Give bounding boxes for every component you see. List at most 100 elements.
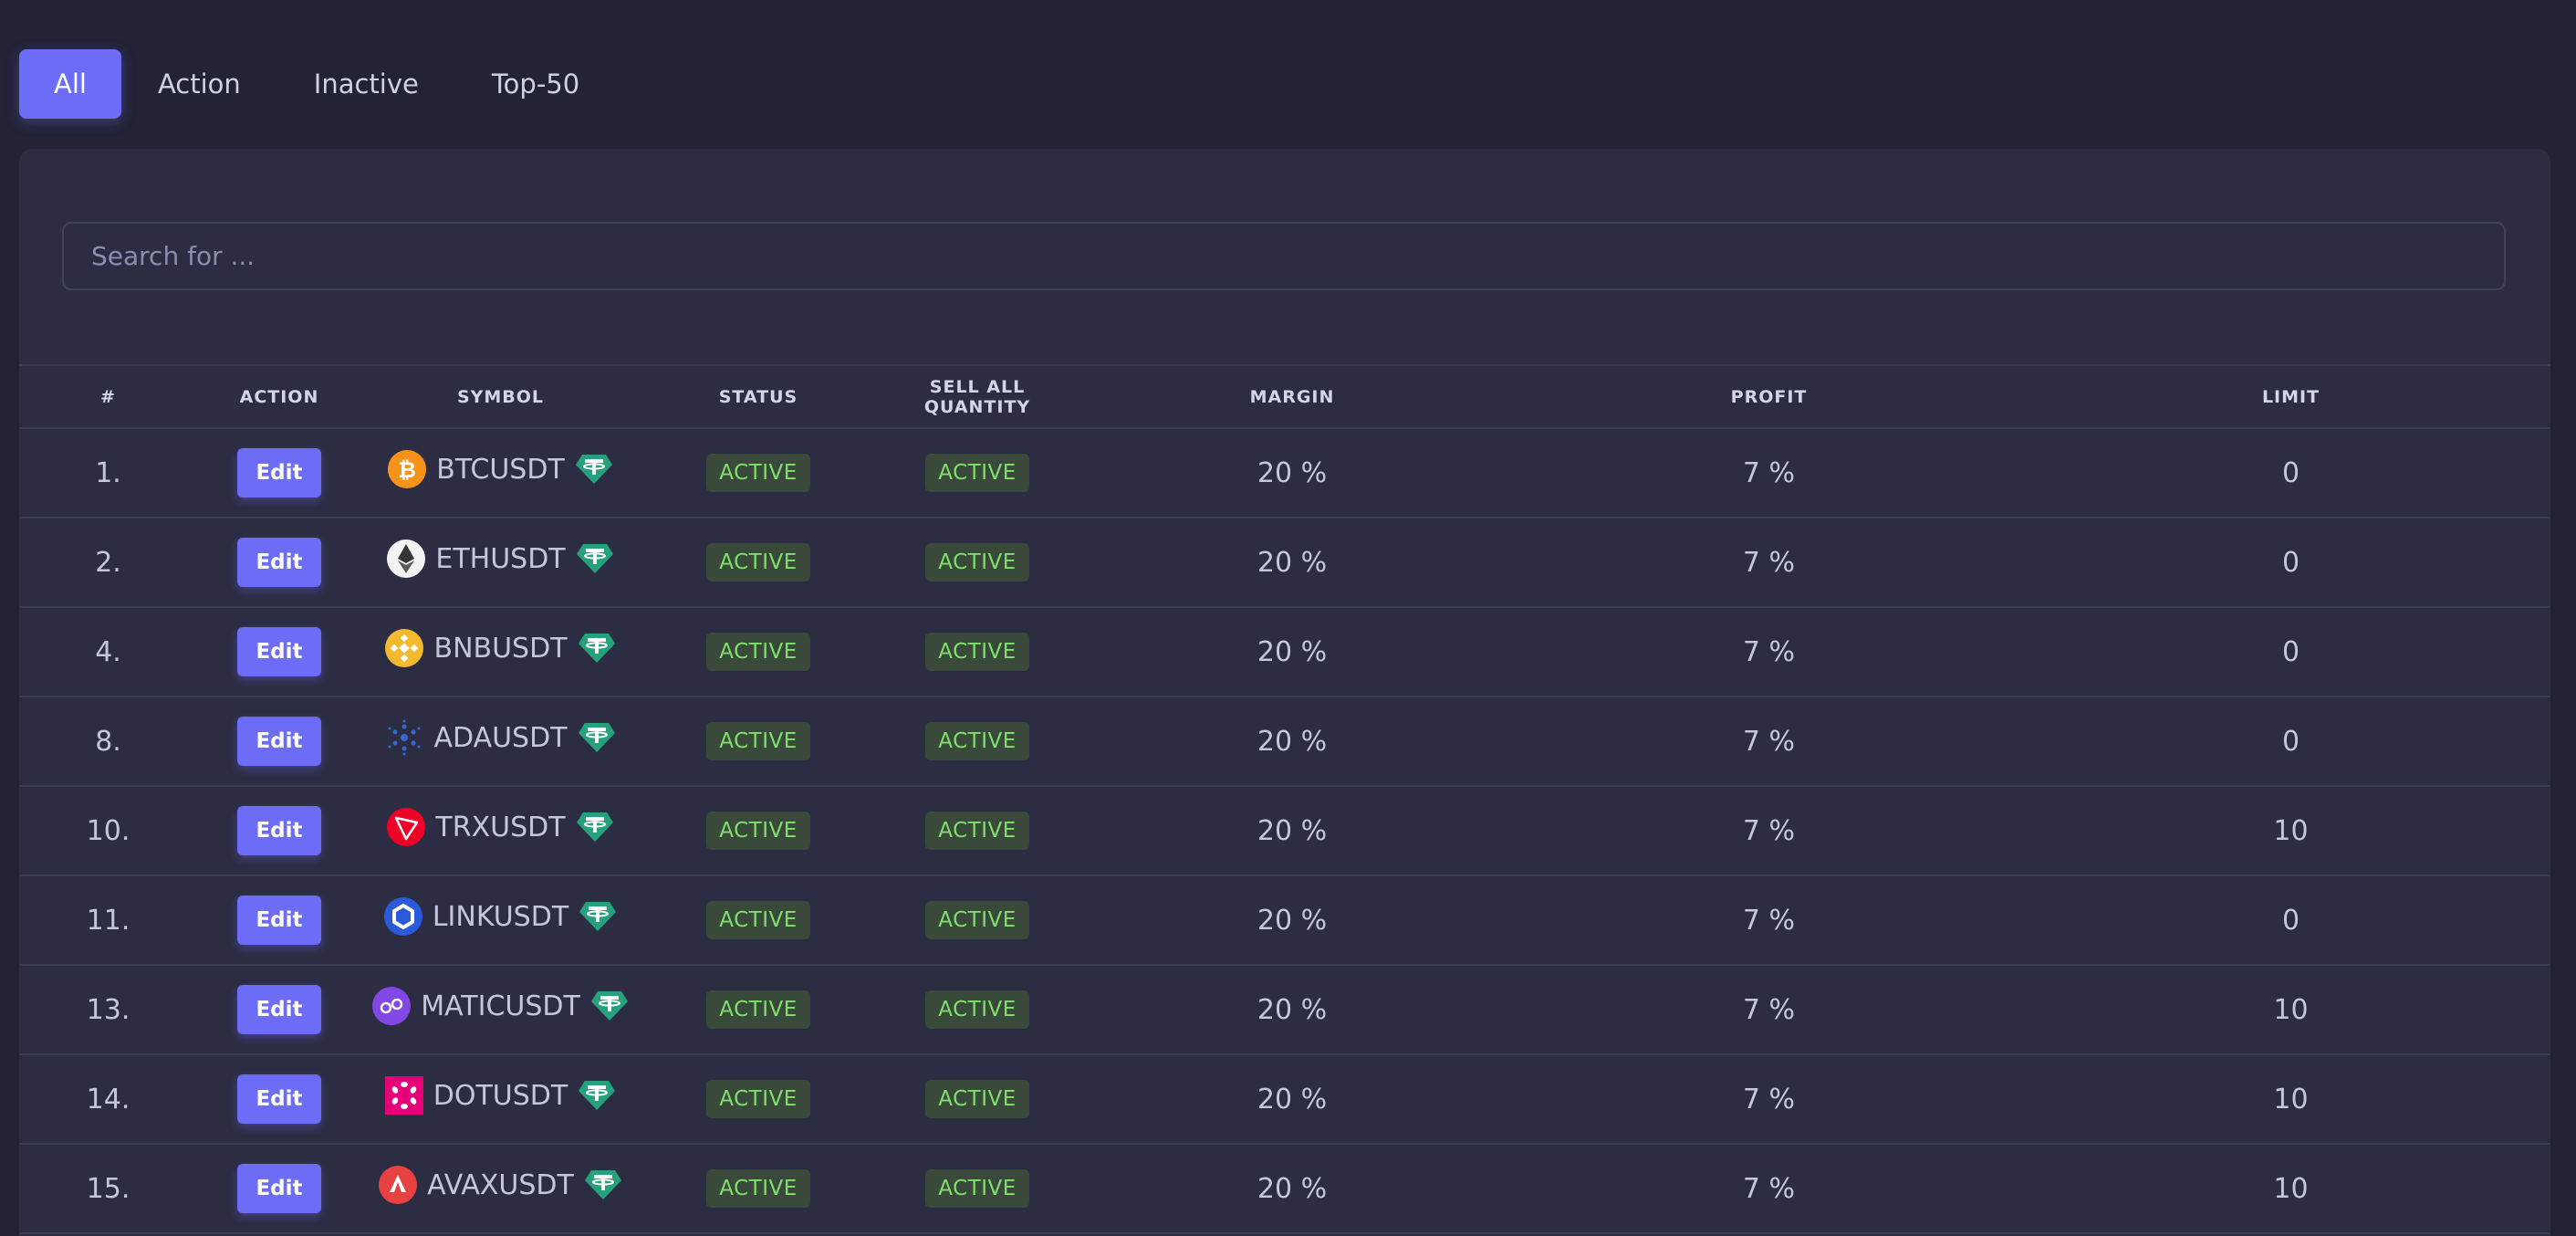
header-margin: MARGIN (1078, 364, 1507, 429)
limit-value: 10 (2031, 1054, 2550, 1145)
action-cell: Edit (197, 875, 361, 966)
sell-all-badge: ACTIVE (925, 990, 1029, 1029)
margin-value: 20 % (1078, 1054, 1507, 1145)
margin-value: 20 % (1078, 1144, 1507, 1234)
header-limit: LIMIT (2031, 364, 2550, 429)
bnb-icon (384, 628, 424, 668)
tether-icon (575, 807, 615, 847)
search-input[interactable] (89, 240, 2504, 272)
header-symbol: SYMBOL (361, 364, 640, 429)
action-cell: Edit (197, 607, 361, 697)
status-cell: ACTIVE (640, 875, 877, 966)
tab-inactive[interactable]: Inactive (292, 49, 441, 119)
table-header-row: # ACTION SYMBOL STATUS SELL ALL QUANTITY… (19, 364, 2550, 429)
row-number: 11. (19, 875, 197, 966)
tether-icon (577, 1075, 617, 1116)
table-row: 2. Edit ETHUSDT ACTIVE ACTIVE 20 % 7 % 0 (19, 518, 2550, 608)
symbol-cell: ETHUSDT (361, 518, 640, 608)
ethereum-icon (386, 539, 426, 579)
tab-top-50[interactable]: Top-50 (470, 49, 601, 119)
margin-value: 20 % (1078, 428, 1507, 518)
status-cell: ACTIVE (640, 607, 877, 697)
sell-all-badge: ACTIVE (925, 543, 1029, 581)
action-cell: Edit (197, 518, 361, 608)
tether-icon (575, 539, 615, 579)
tab-action[interactable]: Action (136, 49, 263, 119)
symbols-card: # ACTION SYMBOL STATUS SELL ALL QUANTITY… (19, 149, 2550, 1236)
action-cell: Edit (197, 786, 361, 876)
sell-all-badge: ACTIVE (925, 454, 1029, 492)
status-cell: ACTIVE (640, 518, 877, 608)
limit-value: 0 (2031, 607, 2550, 697)
edit-button[interactable]: Edit (237, 1074, 321, 1124)
margin-value: 20 % (1078, 697, 1507, 787)
table-row: 8. Edit ADAUSDT ACTIVE ACTIVE 20 % 7 % 0 (19, 697, 2550, 787)
action-cell: Edit (197, 965, 361, 1055)
sell-all-cell: ACTIVE (877, 786, 1078, 876)
tab-all[interactable]: All (19, 49, 121, 119)
status-cell: ACTIVE (640, 1144, 877, 1234)
edit-button[interactable]: Edit (237, 448, 321, 498)
limit-value: 0 (2031, 518, 2550, 608)
edit-button[interactable]: Edit (237, 627, 321, 676)
table-row: 1. Edit ₿ BTCUSDT ACTIVE ACTIVE 20 % 7 % 0 (19, 428, 2550, 518)
symbol-cell: BNBUSDT (361, 607, 640, 697)
status-cell: ACTIVE (640, 697, 877, 787)
svg-text:₿: ₿ (398, 457, 416, 483)
sell-all-badge: ACTIVE (925, 901, 1029, 939)
tether-icon (583, 1165, 623, 1205)
status-badge: ACTIVE (706, 633, 810, 671)
row-number: 15. (19, 1144, 197, 1234)
margin-value: 20 % (1078, 518, 1507, 608)
profit-value: 7 % (1507, 786, 2031, 876)
row-number: 13. (19, 965, 197, 1055)
symbol-name: BTCUSDT (436, 453, 565, 486)
action-cell: Edit (197, 697, 361, 787)
status-badge: ACTIVE (706, 722, 810, 760)
edit-button[interactable]: Edit (237, 896, 321, 945)
sell-all-cell: ACTIVE (877, 697, 1078, 787)
sell-all-badge: ACTIVE (925, 633, 1029, 671)
status-badge: ACTIVE (706, 990, 810, 1029)
symbol-cell: MATICUSDT (361, 965, 640, 1055)
status-badge: ACTIVE (706, 812, 810, 850)
bitcoin-icon: ₿ (387, 449, 427, 489)
symbol-name: ADAUSDT (433, 721, 568, 754)
edit-button[interactable]: Edit (237, 806, 321, 855)
symbol-cell: DOTUSDT (361, 1054, 640, 1145)
symbol-cell: AVAXUSDT (361, 1144, 640, 1234)
symbol-cell: ₿ BTCUSDT (361, 428, 640, 518)
symbol-name: MATICUSDT (421, 990, 580, 1022)
limit-value: 10 (2031, 1144, 2550, 1234)
sell-all-cell: ACTIVE (877, 518, 1078, 608)
edit-button[interactable]: Edit (237, 985, 321, 1034)
edit-button[interactable]: Edit (237, 1164, 321, 1213)
edit-button[interactable]: Edit (237, 538, 321, 587)
cardano-icon (384, 718, 424, 758)
margin-value: 20 % (1078, 875, 1507, 966)
status-badge: ACTIVE (706, 454, 810, 492)
sell-all-cell: ACTIVE (877, 965, 1078, 1055)
row-number: 4. (19, 607, 197, 697)
symbol-cell: LINKUSDT (361, 875, 640, 966)
profit-value: 7 % (1507, 518, 2031, 608)
symbol-name: TRXUSDT (435, 811, 566, 843)
symbol-name: AVAXUSDT (427, 1168, 574, 1201)
symbols-table: # ACTION SYMBOL STATUS SELL ALL QUANTITY… (19, 364, 2550, 1234)
edit-button[interactable]: Edit (237, 717, 321, 766)
tether-icon (577, 628, 617, 668)
status-badge: ACTIVE (706, 1080, 810, 1118)
status-cell: ACTIVE (640, 786, 877, 876)
sell-all-cell: ACTIVE (877, 1054, 1078, 1145)
header-action: ACTION (197, 364, 361, 429)
margin-value: 20 % (1078, 786, 1507, 876)
sell-all-badge: ACTIVE (925, 722, 1029, 760)
table-row: 10. Edit TRXUSDT ACTIVE ACTIVE 20 % 7 % 10 (19, 786, 2550, 876)
action-cell: Edit (197, 1144, 361, 1234)
status-cell: ACTIVE (640, 965, 877, 1055)
limit-value: 10 (2031, 965, 2550, 1055)
sell-all-badge: ACTIVE (925, 1169, 1029, 1208)
row-number: 8. (19, 697, 197, 787)
search-box (62, 222, 2506, 290)
table-row: 15. Edit AVAXUSDT ACTIVE ACTIVE 20 % 7 % 10 (19, 1144, 2550, 1234)
